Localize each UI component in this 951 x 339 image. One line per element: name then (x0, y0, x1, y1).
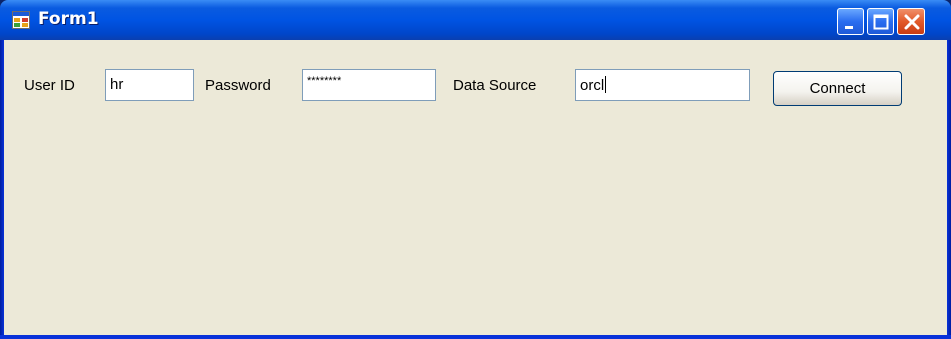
data-source-label: Data Source (453, 77, 537, 94)
connect-button[interactable]: Connect (773, 71, 902, 106)
form1-window: Form1 User ID hr Password ******** Data … (0, 0, 951, 339)
user-id-input[interactable]: hr (105, 69, 194, 101)
password-label: Password (205, 77, 271, 94)
app-form-icon (12, 11, 30, 29)
data-source-input[interactable]: orcl (575, 69, 750, 101)
minimize-button[interactable] (837, 8, 864, 35)
close-button[interactable] (897, 8, 925, 35)
window-border-bottom (0, 335, 951, 339)
window-title: Form1 (38, 9, 99, 29)
maximize-button[interactable] (867, 8, 894, 35)
title-bar[interactable]: Form1 (0, 0, 951, 40)
data-source-value: orcl (580, 77, 605, 94)
text-caret (605, 76, 607, 93)
window-border-right (947, 40, 951, 339)
user-id-label: User ID (24, 77, 75, 94)
password-input[interactable]: ******** (302, 69, 436, 101)
form-client-area: User ID hr Password ******** Data Source… (4, 40, 947, 335)
